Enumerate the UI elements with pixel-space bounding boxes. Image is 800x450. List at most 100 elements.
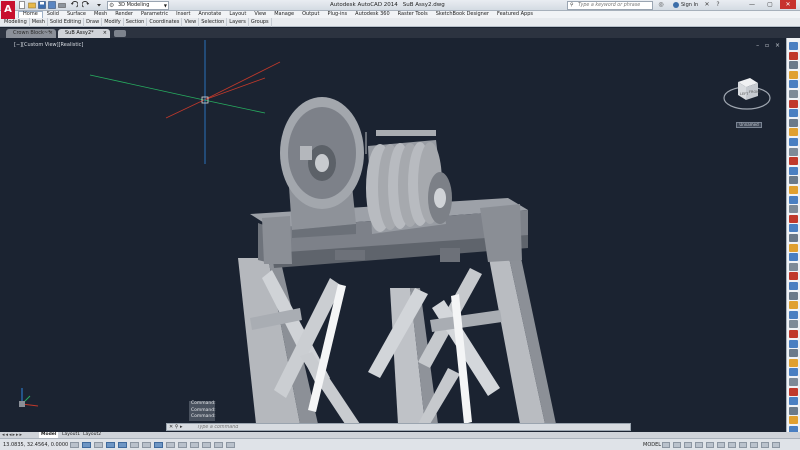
close-icon[interactable]: × — [103, 29, 107, 38]
toolbar-tool-icon[interactable] — [789, 330, 798, 338]
status-tray-icon[interactable] — [673, 442, 681, 448]
toolbar-tool-icon[interactable] — [789, 61, 798, 70]
tab-plug-ins[interactable]: Plug-ins — [323, 11, 351, 18]
panel-solid-editing[interactable]: Solid Editing — [48, 18, 85, 27]
toolbar-tool-icon[interactable] — [789, 176, 798, 185]
drafting-toggle-button[interactable] — [214, 442, 223, 448]
toolbar-tool-icon[interactable] — [789, 416, 798, 425]
tab-annotate[interactable]: Annotate — [194, 11, 225, 18]
tab-insert[interactable]: Insert — [172, 11, 194, 18]
sign-in-button[interactable]: Sign In — [673, 0, 698, 11]
toolbar-tool-icon[interactable] — [789, 99, 798, 108]
open-folder-icon[interactable] — [28, 1, 36, 9]
tab-render[interactable]: Render — [111, 11, 137, 18]
status-tray-icon[interactable] — [728, 442, 736, 448]
viewport-window-controls[interactable]: – ▫ × — [756, 42, 782, 49]
status-tray-icon[interactable] — [662, 442, 670, 448]
panel-modeling[interactable]: Modeling — [2, 18, 30, 27]
save-icon[interactable] — [38, 1, 46, 9]
command-input[interactable] — [191, 424, 621, 430]
tab-surface[interactable]: Surface — [63, 11, 90, 18]
tab-output[interactable]: Output — [298, 11, 323, 18]
tab-featured-apps[interactable]: Featured Apps — [493, 11, 537, 18]
status-tray-icon[interactable] — [739, 442, 747, 448]
toolbar-tool-icon[interactable] — [789, 224, 798, 233]
drafting-toggle-button[interactable] — [154, 442, 163, 448]
status-tray-icon[interactable] — [706, 442, 714, 448]
toolbar-tool-icon[interactable] — [789, 118, 798, 127]
binoculars-icon[interactable]: ◎ — [657, 1, 665, 9]
toolbar-tool-icon[interactable] — [789, 157, 798, 166]
file-tab-crown-block[interactable]: Crown Block~* × — [6, 29, 56, 38]
tab-solid[interactable]: Solid — [43, 11, 63, 18]
status-tray-icon[interactable] — [684, 442, 692, 448]
toolbar-tool-icon[interactable] — [789, 80, 798, 89]
toolbar-tool-icon[interactable] — [789, 253, 798, 262]
toolbar-tool-icon[interactable] — [789, 90, 798, 98]
toolbar-tool-icon[interactable] — [789, 301, 798, 310]
toolbar-tool-icon[interactable] — [789, 214, 798, 223]
viewport-controls-label[interactable]: [−][Custom View][Realistic] — [14, 42, 83, 48]
toolbar-tool-icon[interactable] — [789, 70, 798, 79]
toolbar-tool-icon[interactable] — [789, 243, 798, 252]
wcs-dropdown[interactable]: Unnamed — [736, 122, 762, 128]
help-icon[interactable]: ? — [714, 1, 722, 9]
drafting-toggle-button[interactable] — [94, 442, 103, 448]
toolbar-tool-icon[interactable] — [789, 339, 798, 348]
panel-layers[interactable]: Layers — [227, 18, 249, 27]
toolbar-tool-icon[interactable] — [789, 195, 798, 204]
coordinate-readout[interactable]: 13.0835, 32.4564, 0.0000 — [3, 439, 68, 450]
tab-autodesk-360[interactable]: Autodesk 360 — [351, 11, 394, 18]
maximize-button[interactable]: ▢ — [762, 0, 778, 9]
new-file-icon[interactable] — [18, 1, 26, 9]
panel-mesh[interactable]: Mesh — [30, 18, 48, 27]
drafting-toggle-button[interactable] — [166, 442, 175, 448]
toolbar-tool-icon[interactable] — [789, 282, 798, 290]
toolbar-tool-icon[interactable] — [789, 378, 798, 386]
toolbar-tool-icon[interactable] — [789, 397, 798, 406]
toolbar-tool-icon[interactable] — [789, 234, 798, 242]
qat-more-icon[interactable] — [95, 1, 103, 9]
drafting-toggle-button[interactable] — [70, 442, 79, 448]
minimize-button[interactable]: — — [744, 0, 760, 9]
exchange-icon[interactable]: ✕ — [703, 1, 711, 9]
tab-view[interactable]: View — [250, 11, 270, 18]
model-space-button[interactable]: MODEL — [643, 439, 661, 450]
toolbar-tool-icon[interactable] — [789, 138, 798, 146]
search-input[interactable]: ⚲ Type a keyword or phrase — [567, 1, 653, 10]
toolbar-tool-icon[interactable] — [789, 320, 798, 329]
new-drawing-tab-button[interactable] — [114, 30, 126, 37]
drafting-toggle-button[interactable] — [130, 442, 139, 448]
toolbar-tool-icon[interactable] — [789, 128, 798, 137]
toolbar-tool-icon[interactable] — [789, 387, 798, 396]
toolbar-tool-icon[interactable] — [789, 51, 798, 60]
drafting-toggle-button[interactable] — [142, 442, 151, 448]
panel-selection[interactable]: Selection — [199, 18, 228, 27]
save-as-icon[interactable] — [48, 1, 56, 9]
status-tray-icon[interactable] — [717, 442, 725, 448]
status-tray-icon[interactable] — [750, 442, 758, 448]
plot-icon[interactable] — [58, 1, 66, 9]
application-menu-button[interactable]: A — [1, 1, 15, 19]
panel-draw[interactable]: Draw — [84, 18, 103, 27]
drawing-viewport[interactable]: [−][Custom View][Realistic] – ▫ × LEFT F… — [0, 38, 786, 424]
tab-manage[interactable]: Manage — [270, 11, 298, 18]
undo-icon[interactable] — [70, 0, 79, 9]
panel-coordinates[interactable]: Coordinates — [147, 18, 183, 27]
drafting-toggle-button[interactable] — [178, 442, 187, 448]
toolbar-tool-icon[interactable] — [789, 166, 798, 175]
toolbar-tool-icon[interactable] — [789, 186, 798, 194]
toolbar-tool-icon[interactable] — [789, 368, 798, 377]
toolbar-tool-icon[interactable] — [789, 205, 798, 214]
drafting-toggle-button[interactable] — [106, 442, 115, 448]
toolbar-tool-icon[interactable] — [789, 349, 798, 358]
panel-view[interactable]: View — [182, 18, 200, 27]
status-tray-icon[interactable] — [772, 442, 780, 448]
drafting-toggle-button[interactable] — [202, 442, 211, 448]
redo-icon[interactable] — [81, 0, 90, 9]
workspace-dropdown[interactable]: ⚙ 3D Modeling ▼ — [107, 1, 169, 10]
panel-groups[interactable]: Groups — [249, 18, 272, 27]
close-button[interactable]: ✕ — [780, 0, 796, 9]
drafting-toggle-button[interactable] — [226, 442, 235, 448]
status-tray-icon[interactable] — [695, 442, 703, 448]
